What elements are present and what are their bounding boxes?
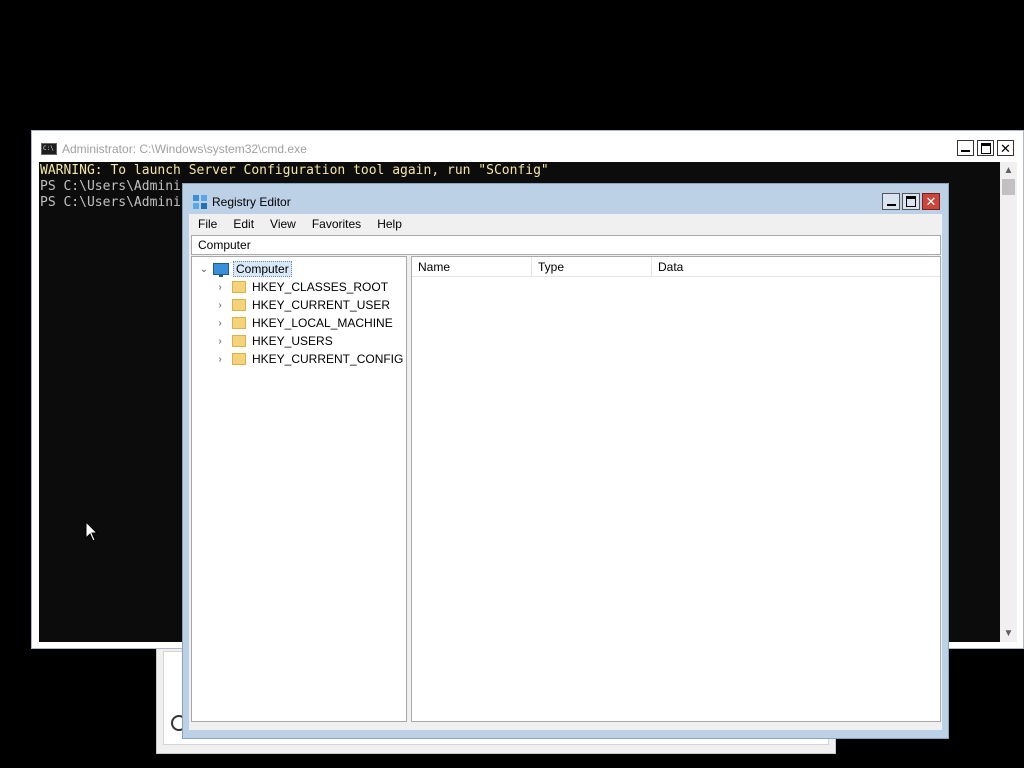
tree-item-hkey-classes-root[interactable]: › HKEY_CLASSES_ROOT — [214, 278, 388, 296]
scroll-up-arrow-icon[interactable]: ▲ — [1000, 162, 1017, 179]
cmd-window-title: Administrator: C:\Windows\system32\cmd.e… — [62, 142, 307, 156]
chevron-right-icon[interactable]: › — [214, 282, 226, 293]
cmd-scrollbar[interactable]: ▲ ▼ — [1000, 162, 1017, 642]
tree-item-label: Computer — [233, 261, 292, 277]
tree-item-hkey-users[interactable]: › HKEY_USERS — [214, 332, 333, 350]
tree-item-label: HKEY_USERS — [252, 334, 333, 348]
menu-bar: File Edit View Favorites Help — [189, 214, 942, 234]
menu-view[interactable]: View — [262, 217, 304, 231]
cmd-close-button[interactable]: ✕ — [997, 140, 1014, 156]
chevron-right-icon[interactable]: › — [214, 318, 226, 329]
folder-icon — [232, 317, 246, 329]
values-list-pane[interactable]: Name Type Data — [411, 256, 941, 722]
address-bar[interactable]: Computer — [191, 235, 941, 255]
folder-icon — [232, 353, 246, 365]
registry-editor-body: File Edit View Favorites Help Computer ⌄… — [189, 214, 942, 730]
list-header: Name Type Data — [412, 257, 940, 277]
menu-help[interactable]: Help — [369, 217, 410, 231]
folder-icon — [232, 281, 246, 293]
chevron-right-icon[interactable]: › — [214, 336, 226, 347]
close-icon: ✕ — [925, 194, 937, 209]
regedit-close-button[interactable]: ✕ — [922, 193, 940, 210]
tree-item-label: HKEY_CURRENT_CONFIG — [252, 352, 404, 366]
scroll-down-arrow-icon[interactable]: ▼ — [1000, 625, 1017, 642]
tree-item-hkey-current-config[interactable]: › HKEY_CURRENT_CONFIG — [214, 350, 403, 368]
menu-favorites[interactable]: Favorites — [304, 217, 369, 231]
registry-editor-titlebar[interactable]: Registry Editor ✕ — [183, 184, 948, 214]
column-header-name[interactable]: Name — [412, 257, 532, 277]
column-header-data[interactable]: Data — [652, 257, 940, 277]
cmd-minimize-button[interactable] — [957, 140, 974, 156]
chevron-right-icon[interactable]: › — [214, 354, 226, 365]
tree-item-label: HKEY_CURRENT_USER — [252, 298, 391, 312]
mouse-cursor-icon — [85, 521, 99, 542]
tree-item-label: HKEY_CLASSES_ROOT — [252, 280, 389, 294]
chevron-right-icon[interactable]: › — [214, 300, 226, 311]
registry-editor-app-icon — [193, 195, 207, 209]
computer-icon — [213, 263, 229, 277]
tree-item-label: HKEY_LOCAL_MACHINE — [252, 316, 393, 330]
tree-item-hkey-local-machine[interactable]: › HKEY_LOCAL_MACHINE — [214, 314, 393, 332]
tree-item-computer[interactable]: ⌄ Computer — [198, 260, 292, 278]
cmd-app-icon: C:\ — [41, 143, 57, 155]
menu-file[interactable]: File — [189, 217, 225, 231]
close-icon: ✕ — [1000, 140, 1011, 156]
console-line-warning: WARNING: To launch Server Configuration … — [40, 163, 549, 178]
regedit-minimize-button[interactable] — [882, 193, 900, 210]
tree-item-hkey-current-user[interactable]: › HKEY_CURRENT_USER — [214, 296, 390, 314]
cmd-titlebar[interactable]: C:\ Administrator: C:\Windows\system32\c… — [32, 131, 1023, 162]
menu-edit[interactable]: Edit — [225, 217, 262, 231]
scroll-thumb[interactable] — [1002, 179, 1015, 195]
registry-editor-title: Registry Editor — [212, 195, 291, 209]
chevron-down-icon[interactable]: ⌄ — [198, 264, 210, 275]
cmd-maximize-button[interactable] — [977, 140, 994, 156]
folder-icon — [232, 299, 246, 311]
column-header-type[interactable]: Type — [532, 257, 652, 277]
folder-icon — [232, 335, 246, 347]
regedit-maximize-button[interactable] — [902, 193, 920, 210]
tree-pane[interactable]: ⌄ Computer › HKEY_CLASSES_ROOT › HKEY_CU… — [191, 256, 407, 722]
registry-editor-window[interactable]: Registry Editor ✕ File Edit View Favorit… — [182, 183, 949, 739]
